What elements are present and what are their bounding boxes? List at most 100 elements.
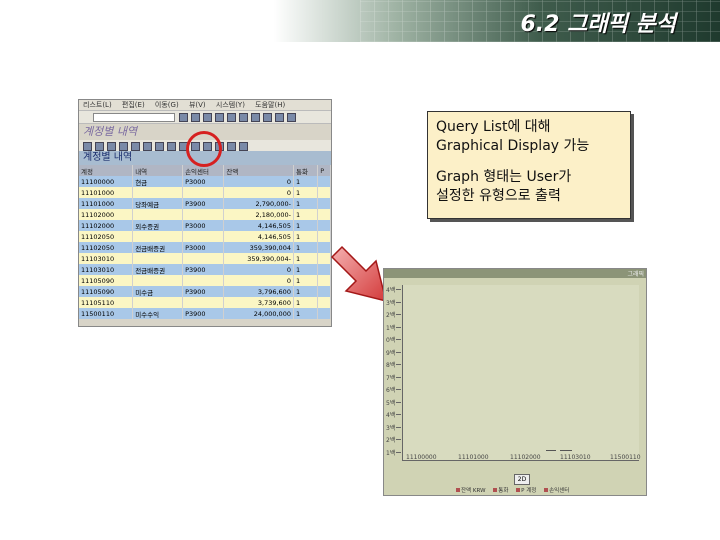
- table-cell: [132, 187, 184, 198]
- y-tick: [396, 426, 401, 428]
- table-row[interactable]: 11102000 외수증권 P3000 4,146,505 1: [79, 220, 331, 231]
- table-row[interactable]: 11102050 4,146,505 1: [79, 231, 331, 242]
- callout-line: Graphical Display 가능: [436, 138, 590, 154]
- exit-icon[interactable]: [203, 113, 212, 122]
- table-cell: [132, 231, 184, 242]
- y-tick-label: 0백: [386, 337, 396, 344]
- print-icon[interactable]: [227, 113, 236, 122]
- table-cell: 0: [223, 176, 294, 187]
- graph-window-label: 그래픽: [627, 271, 644, 278]
- y-tick: [396, 289, 401, 290]
- table-cell: [182, 209, 225, 220]
- table-cell: [317, 308, 331, 319]
- command-field[interactable]: [93, 113, 175, 122]
- table-cell: [317, 187, 331, 198]
- table-cell: [182, 275, 225, 286]
- y-tick: [396, 339, 401, 340]
- table-cell: 11101000: [79, 187, 134, 198]
- table-cell: 전금배증권: [132, 264, 184, 275]
- y-tick-label: 4백: [386, 412, 396, 419]
- table-cell: 2,180,000-: [223, 209, 294, 220]
- y-tick: [396, 314, 401, 315]
- first-page-icon[interactable]: [251, 113, 260, 122]
- y-tick-label: 7백: [386, 374, 396, 382]
- table-cell: P3900: [182, 264, 225, 275]
- graph-2d-button[interactable]: 2D: [514, 474, 530, 485]
- table-cell: 1: [293, 264, 319, 275]
- detail-icon[interactable]: [83, 142, 92, 151]
- menu-item[interactable]: 리스트(L): [83, 101, 112, 109]
- column-header[interactable]: P: [317, 165, 331, 176]
- table-cell: 11105090: [79, 275, 134, 286]
- table-cell: 1: [293, 297, 319, 308]
- menu-item[interactable]: 뷰(V): [189, 101, 206, 109]
- graph-titlebar: 그래픽: [384, 269, 646, 278]
- table-row[interactable]: 11101000 0 1: [79, 187, 331, 198]
- export-icon[interactable]: [167, 142, 176, 151]
- info-icon[interactable]: [239, 142, 248, 151]
- column-header[interactable]: 내역: [132, 165, 184, 176]
- menu-item[interactable]: 편집(E): [122, 101, 145, 109]
- sum-icon[interactable]: [131, 142, 140, 151]
- table-cell: 1: [293, 220, 319, 231]
- next-page-icon[interactable]: [275, 113, 284, 122]
- table-row[interactable]: 11500110 미수수익 P3900 24,000,000 1: [79, 308, 331, 319]
- table-cell: 미수수익: [132, 308, 184, 319]
- table-row[interactable]: 11105090 0 1: [79, 275, 331, 286]
- table-row[interactable]: 11100000 현금 P3000 0 1: [79, 176, 331, 187]
- y-tick-label: 1백: [386, 449, 396, 457]
- highlight-circle: [186, 131, 222, 167]
- prev-page-icon[interactable]: [263, 113, 272, 122]
- table-cell: [182, 187, 225, 198]
- table-row[interactable]: 11102050 전금배증권 P3000 359,390,004 1: [79, 242, 331, 253]
- menu-item[interactable]: 도움말(H): [255, 101, 285, 109]
- table-cell: [132, 253, 184, 264]
- table-cell: P3900: [182, 286, 225, 297]
- table-cell: 1: [293, 275, 319, 286]
- table-row[interactable]: 11103010 359,390,004- 1: [79, 253, 331, 264]
- table-cell: 1: [293, 253, 319, 264]
- menu-item[interactable]: 시스템(Y): [216, 101, 245, 109]
- x-tick-label: 11500110: [610, 454, 641, 461]
- subtotal-icon[interactable]: [143, 142, 152, 151]
- table-cell: 11500110: [79, 308, 134, 319]
- column-header[interactable]: 통화: [293, 165, 319, 176]
- table-cell: 11102050: [79, 242, 134, 253]
- table-row[interactable]: 11101000 당좌예금 P3900 2,790,000- 1: [79, 198, 331, 209]
- menu-item[interactable]: 이동(G): [155, 101, 179, 109]
- y-tick-label: 3백: [386, 299, 396, 307]
- column-header[interactable]: 계정: [79, 165, 134, 176]
- save-icon[interactable]: [179, 113, 188, 122]
- sort-desc-icon[interactable]: [107, 142, 116, 151]
- callout-line: 설정한 유형으로 출력: [436, 188, 561, 204]
- y-tick: [396, 364, 401, 365]
- find-icon[interactable]: [239, 113, 248, 122]
- y-tick: [396, 414, 401, 415]
- table-cell: 3,796,600: [223, 286, 294, 297]
- table-cell: [317, 176, 331, 187]
- back-icon[interactable]: [191, 113, 200, 122]
- table-row[interactable]: 11103010 전금배증권 P3900 0 1: [79, 264, 331, 275]
- filter-icon[interactable]: [119, 142, 128, 151]
- arrow-icon: [330, 245, 388, 303]
- column-header[interactable]: 잔액: [223, 165, 294, 176]
- last-page-icon[interactable]: [287, 113, 296, 122]
- print-preview-icon[interactable]: [155, 142, 164, 151]
- sort-asc-icon[interactable]: [95, 142, 104, 151]
- x-tick-label: 11103010: [560, 454, 591, 461]
- table-cell: [132, 209, 184, 220]
- x-tick-label: 11100000: [406, 454, 437, 461]
- table-cell: 11105090: [79, 286, 134, 297]
- table-cell: 1: [293, 231, 319, 242]
- table-row[interactable]: 11105090 미수금 P3900 3,796,600 1: [79, 286, 331, 297]
- table-row[interactable]: 11105110 3,739,600 1: [79, 297, 331, 308]
- table-cell: P3000: [182, 176, 225, 187]
- table-cell: 11105110: [79, 297, 134, 308]
- y-tick: [396, 389, 401, 390]
- y-tick-label: 2백: [386, 312, 396, 319]
- legend-item: 손익센터: [544, 488, 569, 494]
- layout-change-icon[interactable]: [227, 142, 236, 151]
- table-row[interactable]: 11102000 2,180,000- 1: [79, 209, 331, 220]
- table-cell: 당좌예금: [132, 198, 184, 209]
- cancel-icon[interactable]: [215, 113, 224, 122]
